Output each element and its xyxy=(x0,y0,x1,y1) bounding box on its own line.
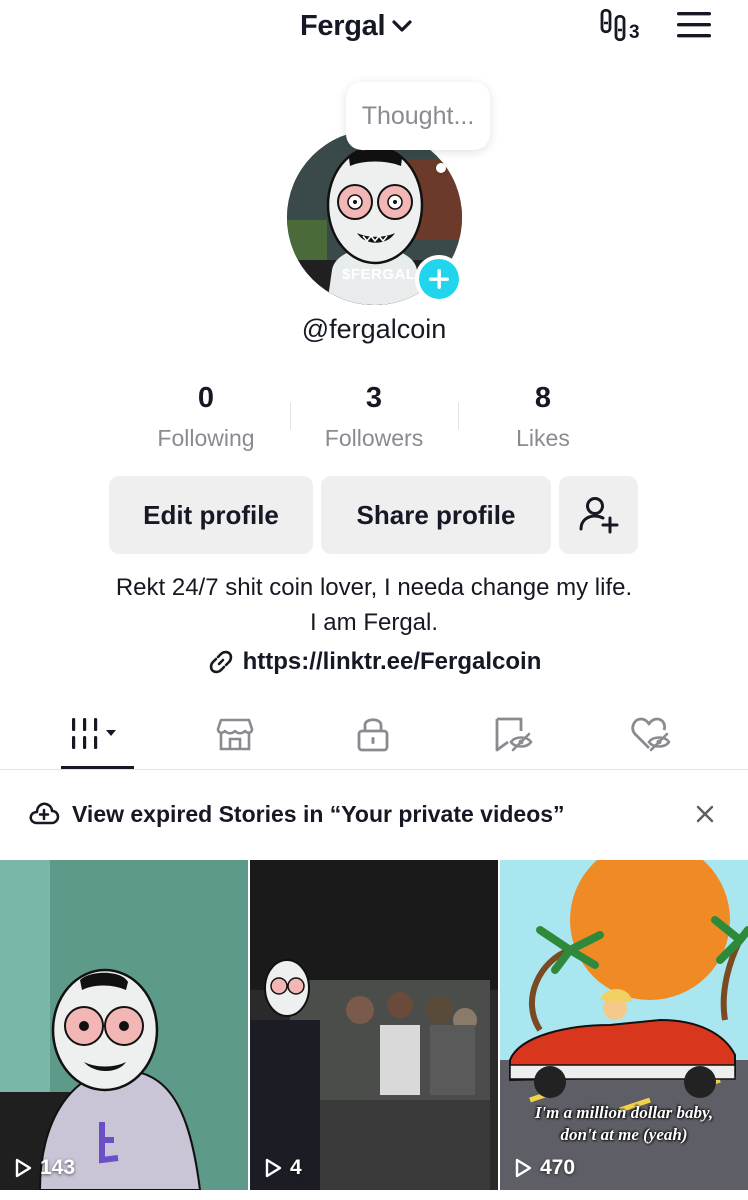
bio-line: I am Fergal. xyxy=(309,609,439,636)
play-icon xyxy=(15,1158,32,1178)
saved-hidden-icon xyxy=(495,717,533,752)
close-icon xyxy=(696,805,714,823)
bio-link-text: https://linktr.ee/Fergalcoin xyxy=(242,648,542,675)
view-count: 470 xyxy=(512,1156,575,1180)
add-user-icon xyxy=(579,497,618,534)
tab-videos[interactable] xyxy=(56,706,136,762)
tab-private[interactable] xyxy=(333,706,413,762)
username: @fergalcoin xyxy=(301,314,447,344)
liked-hidden-icon xyxy=(631,717,671,752)
bio-line: Rekt 24/7 shit coin lover, I needa chang… xyxy=(115,574,633,601)
video-caption: I'm a million dollar baby, xyxy=(534,1103,714,1122)
stat-label: Followers xyxy=(324,425,424,451)
play-icon xyxy=(265,1158,282,1178)
thought-bubble[interactable]: Thought... xyxy=(346,82,490,150)
account-name: Fergal xyxy=(300,9,386,42)
footprint-count: 3 xyxy=(629,22,640,43)
share-profile-button[interactable]: Share profile xyxy=(321,476,551,554)
thought-bubble-text: Thought... xyxy=(361,101,475,130)
video-thumbnail[interactable]: 143 xyxy=(0,860,248,1190)
video-thumbnail-image xyxy=(250,860,498,1190)
tab-saved[interactable] xyxy=(473,706,553,762)
stat-likes[interactable]: 8 Likes xyxy=(458,382,628,452)
menu-button[interactable] xyxy=(674,8,714,42)
expired-stories-banner[interactable]: View expired Stories in “Your private vi… xyxy=(0,786,748,842)
shop-icon xyxy=(216,718,254,751)
edit-profile-label: Edit profile xyxy=(143,499,279,530)
add-friends-button[interactable] xyxy=(559,476,638,554)
video-thumbnail[interactable]: I'm a million dollar baby, don't at me (… xyxy=(500,860,748,1190)
edit-profile-button[interactable]: Edit profile xyxy=(109,476,313,554)
bio: Rekt 24/7 shit coin lover, I needa chang… xyxy=(0,570,748,640)
cloud-upload-icon xyxy=(29,802,60,825)
stat-followers[interactable]: 3 Followers xyxy=(289,382,459,452)
footprint-button[interactable]: 3 xyxy=(596,6,650,46)
video-thumbnail-image xyxy=(0,860,248,1190)
tabs-divider xyxy=(0,769,748,770)
tab-liked[interactable] xyxy=(611,706,691,762)
view-count-text: 143 xyxy=(40,1156,76,1179)
view-count: 143 xyxy=(12,1156,75,1180)
videos-grid-icon xyxy=(72,718,116,749)
close-banner-button[interactable] xyxy=(690,799,720,829)
view-count: 4 xyxy=(262,1156,302,1180)
add-story-button[interactable] xyxy=(415,255,463,303)
avatar-label: $FERGAL xyxy=(342,266,416,283)
share-profile-label: Share profile xyxy=(356,499,516,530)
stat-label: Following xyxy=(157,425,255,451)
view-count-text: 4 xyxy=(290,1156,302,1179)
lock-icon xyxy=(357,718,389,752)
chevron-down-icon xyxy=(392,20,412,32)
banner-text: View expired Stories in “Your private vi… xyxy=(72,800,565,827)
stat-value: 8 xyxy=(534,382,552,414)
stat-value: 3 xyxy=(365,382,383,414)
tab-shop[interactable] xyxy=(195,706,275,762)
plus-icon xyxy=(429,269,449,289)
link-icon xyxy=(209,650,232,674)
play-icon xyxy=(515,1158,532,1178)
thought-bubble-dot xyxy=(436,163,446,173)
video-thumbnail[interactable]: 4 xyxy=(250,860,498,1190)
video-caption: don't at me (yeah) xyxy=(560,1125,688,1144)
stat-label: Likes xyxy=(516,425,570,451)
account-switcher[interactable]: Fergal xyxy=(300,6,413,46)
stat-following[interactable]: 0 Following xyxy=(121,382,291,452)
stat-value: 0 xyxy=(197,382,215,414)
view-count-text: 470 xyxy=(540,1156,576,1179)
bio-link[interactable]: https://linktr.ee/Fergalcoin xyxy=(0,648,748,676)
hamburger-menu-icon xyxy=(677,12,711,38)
